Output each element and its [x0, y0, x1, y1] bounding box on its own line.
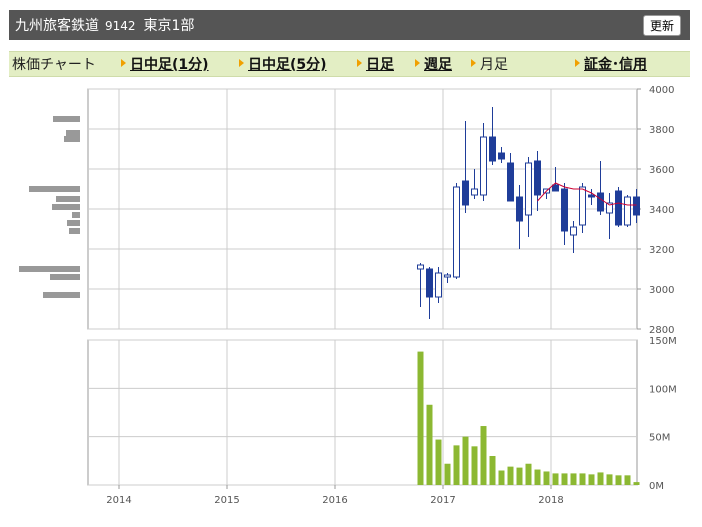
- volume-bar: [489, 456, 496, 485]
- volume-tick-label: 100M: [649, 384, 677, 395]
- volume-profile-bar: [72, 212, 80, 218]
- volume-bar: [444, 463, 451, 485]
- candle-body: [507, 162, 514, 202]
- volume-tick-label: 150M: [649, 336, 677, 347]
- year-tick-label: 2018: [538, 495, 563, 506]
- volume-bar: [426, 404, 433, 485]
- volume-bar: [579, 473, 586, 485]
- candle-body: [471, 188, 478, 196]
- candle-body: [453, 186, 460, 278]
- volume-bar: [507, 466, 514, 485]
- candle-body: [633, 196, 640, 216]
- price-tick-label: 3000: [649, 285, 674, 296]
- price-tick-label: 3800: [649, 125, 674, 136]
- candle-body: [435, 272, 442, 298]
- candle-body: [525, 162, 532, 216]
- volume-bar: [588, 474, 595, 485]
- volume-bar: [480, 426, 487, 485]
- volume-bar: [570, 473, 577, 485]
- year-tick-label: 2016: [322, 495, 347, 506]
- candle-body: [588, 194, 595, 198]
- candle-body: [597, 192, 604, 212]
- candle-body: [444, 274, 451, 278]
- volume-profile-bar: [43, 292, 80, 298]
- volume-bar: [543, 471, 550, 485]
- candle-body: [579, 186, 586, 226]
- volume-bar: [561, 473, 568, 485]
- candle-body: [561, 188, 568, 232]
- volume-profile-bar: [56, 196, 80, 202]
- candle-body: [426, 268, 433, 298]
- volume-profile-bar: [64, 136, 80, 142]
- candle-body: [498, 152, 505, 160]
- year-tick-label: 2015: [214, 495, 239, 506]
- volume-profile-bar: [50, 274, 80, 280]
- volume-bar: [525, 463, 532, 485]
- volume-panel: [87, 339, 638, 486]
- volume-bar: [435, 439, 442, 485]
- volume-bar: [516, 467, 523, 485]
- candle-body: [480, 136, 487, 196]
- volume-bar: [462, 436, 469, 485]
- volume-profile-bar: [69, 228, 80, 234]
- volume-bar: [453, 445, 460, 485]
- stock-chart: 2800 3000 3200 3400 3600 3800 4000 0M 50M 100M 150…: [19, 85, 677, 506]
- candle-body: [534, 160, 541, 196]
- volume-bar: [534, 469, 541, 485]
- candle-body: [552, 184, 559, 192]
- volume-bar: [606, 474, 613, 485]
- volume-bar: [624, 475, 631, 485]
- candle-body: [615, 190, 622, 226]
- volume-bar: [597, 472, 604, 485]
- volume-bar: [633, 482, 640, 485]
- volume-profile-bar: [67, 220, 80, 226]
- candle-body: [516, 196, 523, 222]
- year-tick-label: 2017: [430, 495, 455, 506]
- volume-profile-bar: [52, 204, 80, 210]
- volume-bar: [552, 473, 559, 485]
- volume-profile-bar: [66, 130, 80, 136]
- volume-tick-label: 50M: [649, 433, 670, 444]
- volume-profile-bar: [19, 266, 80, 272]
- candle-body: [624, 196, 631, 226]
- candle-body: [417, 264, 424, 270]
- year-tick-label: 2014: [106, 495, 131, 506]
- volume-profile-bar: [53, 116, 80, 122]
- volume-bar: [498, 470, 505, 485]
- volume-bar: [417, 351, 424, 485]
- price-tick-label: 3400: [649, 205, 674, 216]
- volume-bar: [471, 446, 478, 485]
- volume-tick-label: 0M: [649, 481, 664, 492]
- price-tick-label: 3600: [649, 165, 674, 176]
- price-tick-label: 2800: [649, 325, 674, 336]
- candle-body: [489, 136, 496, 162]
- price-tick-label: 4000: [649, 85, 674, 96]
- price-tick-label: 3200: [649, 245, 674, 256]
- candle-body: [462, 180, 469, 206]
- volume-profile-bar: [29, 186, 80, 192]
- volume-bar: [615, 475, 622, 485]
- candle-body: [570, 226, 577, 236]
